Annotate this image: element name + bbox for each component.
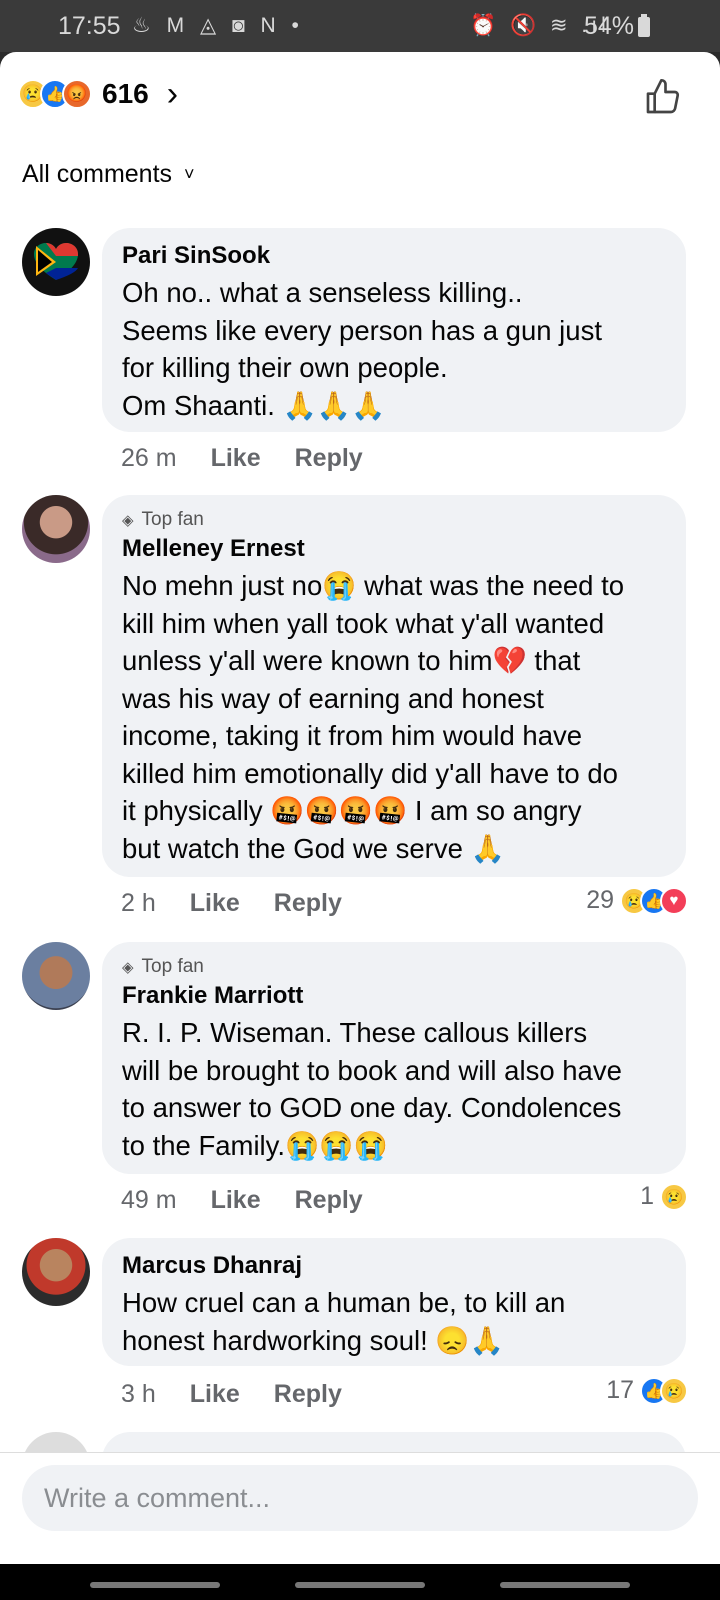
comment-bubble[interactable]: ◈ Top fan Frankie Marriott R. I. P. Wisem… bbox=[102, 942, 686, 1174]
notification-icons: ♨ M ◬ ◙ N • bbox=[132, 14, 304, 37]
comment-author[interactable]: Melleney Ernest bbox=[122, 535, 666, 563]
system-nav-bar bbox=[0, 1564, 720, 1600]
comment-filter-dropdown[interactable]: All comments ˅ bbox=[22, 160, 195, 189]
status-time: 17:55 bbox=[58, 12, 121, 40]
reply-button[interactable]: Reply bbox=[274, 1380, 342, 1409]
avatar[interactable] bbox=[22, 1238, 90, 1306]
chevron-right-icon: › bbox=[166, 74, 179, 113]
diamond-icon: ◈ bbox=[122, 959, 134, 976]
comment-text: Oh no.. what a senseless killing.. Seems… bbox=[122, 277, 602, 421]
reply-button[interactable]: Reply bbox=[295, 1186, 363, 1215]
like-button[interactable]: Like bbox=[211, 444, 261, 473]
sad-reaction-icon: 😢 bbox=[660, 1182, 688, 1211]
comment-actions: 26 m Like Reply bbox=[121, 444, 397, 473]
filter-label: All comments bbox=[22, 160, 173, 188]
comment-actions: 3 h Like Reply bbox=[121, 1380, 376, 1409]
comment-time: 49 m bbox=[121, 1186, 177, 1214]
avatar[interactable] bbox=[22, 228, 90, 296]
comment-actions: 2 h Like Reply bbox=[121, 889, 376, 918]
comment-bubble[interactable]: Pari SinSook Oh no.. what a senseless ki… bbox=[102, 228, 686, 432]
comment-time: 3 h bbox=[121, 1380, 156, 1408]
nav-back-button[interactable] bbox=[500, 1582, 630, 1588]
reaction-count: 1 bbox=[640, 1182, 654, 1210]
reply-button[interactable]: Reply bbox=[295, 444, 363, 473]
avatar[interactable] bbox=[22, 495, 90, 563]
thumbs-up-outline-icon bbox=[646, 79, 680, 114]
comment-author[interactable]: Marcus Dhanraj bbox=[122, 1252, 666, 1280]
comment-input[interactable]: Write a comment... bbox=[22, 1465, 698, 1531]
reaction-summary[interactable]: 😢 👍 😡 616 › bbox=[18, 74, 178, 114]
comment-author[interactable]: Frankie Marriott bbox=[122, 982, 666, 1010]
nav-recent-button[interactable] bbox=[90, 1582, 220, 1588]
comment-reactions[interactable]: 17 👍 😢 bbox=[606, 1376, 688, 1405]
comment-text: No mehn just no😭 what was the need to ki… bbox=[122, 570, 625, 864]
comment-reactions[interactable]: 1 😢 bbox=[640, 1182, 688, 1211]
diamond-icon: ◈ bbox=[122, 512, 134, 529]
top-fan-badge: ◈ Top fan bbox=[122, 956, 204, 977]
chevron-down-icon: ˅ bbox=[184, 164, 195, 184]
comments-sheet: 😢 👍 😡 616 › All comments ˅ Pari SinSook bbox=[0, 52, 720, 1564]
avatar[interactable] bbox=[22, 942, 90, 1010]
composer-bar: Write a comment... bbox=[0, 1452, 720, 1564]
nav-home-button[interactable] bbox=[295, 1582, 425, 1588]
angry-reaction-icon: 😡 bbox=[62, 79, 92, 109]
comment-author[interactable]: Pari SinSook bbox=[122, 242, 666, 270]
like-button[interactable]: Like bbox=[190, 1380, 240, 1409]
reaction-total: 616 bbox=[102, 78, 149, 109]
comment-text: R. I. P. Wiseman. These callous killers … bbox=[122, 1017, 622, 1161]
like-button[interactable]: Like bbox=[211, 1186, 261, 1215]
battery-icon bbox=[638, 14, 650, 37]
sad-reaction-icon: 😢 bbox=[660, 1376, 688, 1405]
comment-bubble[interactable]: ◈ Top fan Melleney Ernest No mehn just no… bbox=[102, 495, 686, 877]
love-reaction-icon: ♥ bbox=[660, 886, 688, 915]
top-fan-badge: ◈ Top fan bbox=[122, 509, 204, 530]
status-bar: 17:55 ♨ M ◬ ◙ N • ⏰ 🔇 ≋ .ıl 54% bbox=[0, 0, 720, 52]
comment-time: 26 m bbox=[121, 444, 177, 472]
reaction-count: 17 bbox=[606, 1376, 634, 1404]
like-button[interactable]: Like bbox=[190, 889, 240, 918]
comment-time: 2 h bbox=[121, 889, 156, 917]
comment-text: How cruel can a human be, to kill an hon… bbox=[122, 1287, 566, 1356]
reply-button[interactable]: Reply bbox=[274, 889, 342, 918]
comment-reactions[interactable]: 29 😢 👍 ♥ bbox=[586, 886, 688, 915]
comment-actions: 49 m Like Reply bbox=[121, 1186, 397, 1215]
like-post-button[interactable] bbox=[638, 72, 688, 122]
reaction-count: 29 bbox=[586, 886, 614, 914]
battery-percent: 54% bbox=[584, 12, 635, 40]
comment-bubble[interactable]: Marcus Dhanraj How cruel can a human be,… bbox=[102, 1238, 686, 1366]
